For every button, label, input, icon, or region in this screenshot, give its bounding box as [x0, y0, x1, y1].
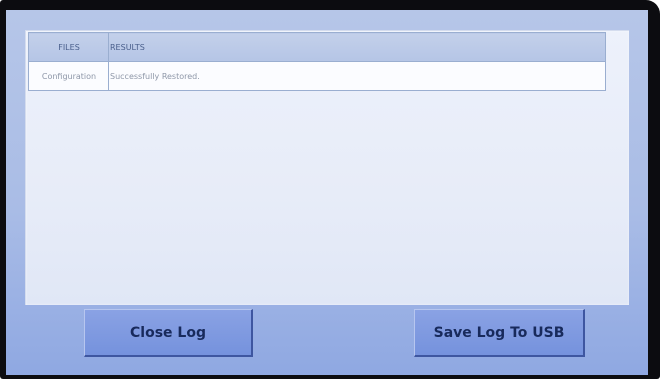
log-table: FILES RESULTS Configuration Successfully…: [28, 32, 606, 91]
column-header-files: FILES: [28, 32, 109, 62]
log-panel: FILES RESULTS Configuration Successfully…: [25, 30, 629, 305]
result-cell: Successfully Restored.: [108, 61, 606, 91]
log-table-header: FILES RESULTS: [28, 32, 606, 62]
file-cell: Configuration: [28, 61, 109, 91]
column-header-results: RESULTS: [108, 32, 606, 62]
device-bezel: FILES RESULTS Configuration Successfully…: [0, 0, 660, 379]
save-log-to-usb-button[interactable]: Save Log To USB: [414, 309, 585, 357]
table-row[interactable]: Configuration Successfully Restored.: [28, 61, 606, 91]
close-log-button[interactable]: Close Log: [84, 309, 253, 357]
